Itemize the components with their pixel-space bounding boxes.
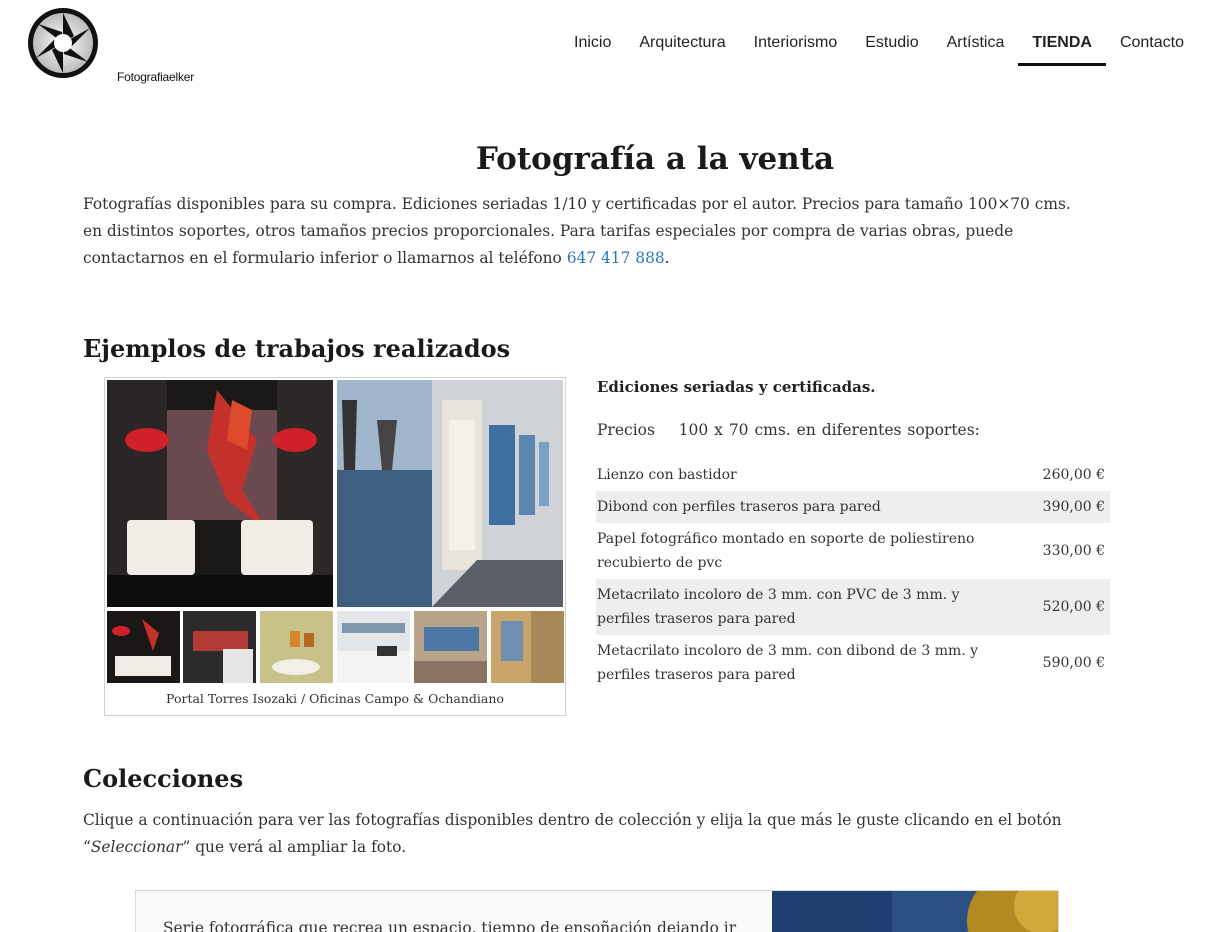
price-row: Metacrilato incoloro de 3 mm. con PVC de… [596,579,1110,635]
site-header: Fotografiaelker Inicio Arquitectura Inte… [0,0,1222,95]
page-title: Fotografía a la venta [475,141,835,177]
gallery-caption: Portal Torres Isozaki / Oficinas Campo &… [166,691,504,706]
nav-item-contacto[interactable]: Contacto [1106,30,1198,66]
collections-text-after: ” que verá al ampliar la foto. [182,838,407,856]
collection-card-text: Serie fotográfica que recrea un espacio,… [163,919,737,932]
price-table: Lienzo con bastidor 260,00 € Dibond con … [596,459,1110,691]
price-row: Dibond con perfiles traseros para pared … [596,491,1110,523]
collections-text: Clique a continuación para ver las fotog… [83,807,1083,861]
price-row-label: Lienzo con bastidor [597,467,737,483]
brand-name: Fotografiaelker [117,70,195,84]
price-row-value: 590,00 € [1042,655,1105,671]
price-row-value: 520,00 € [1042,599,1105,615]
collection-card-image[interactable] [772,891,1058,932]
nav-item-arquitectura[interactable]: Arquitectura [625,30,739,66]
collection-card[interactable]: Serie fotográfica que recrea un espacio,… [135,890,1059,932]
nav-item-interiorismo[interactable]: Interiorismo [740,30,852,66]
gallery-main-image-lobby[interactable] [107,380,333,607]
examples-gallery: Portal Torres Isozaki / Oficinas Campo &… [104,377,566,716]
pricing-title: Ediciones seriadas y certificadas. [597,378,876,396]
price-row: Papel fotográfico montado en soporte de … [596,523,1110,579]
nav-item-artistica[interactable]: Artística [933,30,1019,66]
collections-emphasis: Seleccionar [90,838,183,856]
main-nav: Inicio Arquitectura Interiorismo Estudio… [560,30,1198,66]
pricing-subtitle: Precios 100 x 70 cms. en diferentes sopo… [597,421,980,439]
examples-heading: Ejemplos de trabajos realizados [83,334,511,363]
intro-paragraph: Fotografías disponibles para su compra. … [83,191,1093,272]
gallery-thumb-3[interactable] [260,611,333,683]
price-row-label: Metacrilato incoloro de 3 mm. con PVC de… [597,587,960,627]
price-row-value: 390,00 € [1042,499,1105,515]
price-row: Lienzo con bastidor 260,00 € [596,459,1110,491]
price-row-label: Dibond con perfiles traseros para pared [597,499,881,515]
phone-link[interactable]: 647 417 888 [567,249,665,267]
price-row-value: 260,00 € [1042,467,1105,483]
price-row-label: Metacrilato incoloro de 3 mm. con dibond… [597,643,979,683]
gallery-main-image-corridor[interactable] [337,380,563,607]
price-row-value: 330,00 € [1042,543,1105,559]
price-row: Metacrilato incoloro de 3 mm. con dibond… [596,635,1110,691]
gallery-thumb-2[interactable] [183,611,256,683]
nav-item-inicio[interactable]: Inicio [560,30,625,66]
gallery-thumb-4[interactable] [337,611,410,683]
gallery-thumb-1[interactable] [107,611,180,683]
nav-item-tienda[interactable]: TIENDA [1018,30,1106,66]
camera-aperture-icon [28,8,98,78]
site-logo[interactable]: Fotografiaelker [26,6,194,86]
gallery-thumb-5[interactable] [414,611,487,683]
intro-end: . [664,249,670,267]
nav-item-estudio[interactable]: Estudio [851,30,932,66]
price-row-label: Papel fotográfico montado en soporte de … [597,531,975,571]
gallery-thumb-6[interactable] [491,611,564,683]
collections-heading: Colecciones [83,764,244,793]
